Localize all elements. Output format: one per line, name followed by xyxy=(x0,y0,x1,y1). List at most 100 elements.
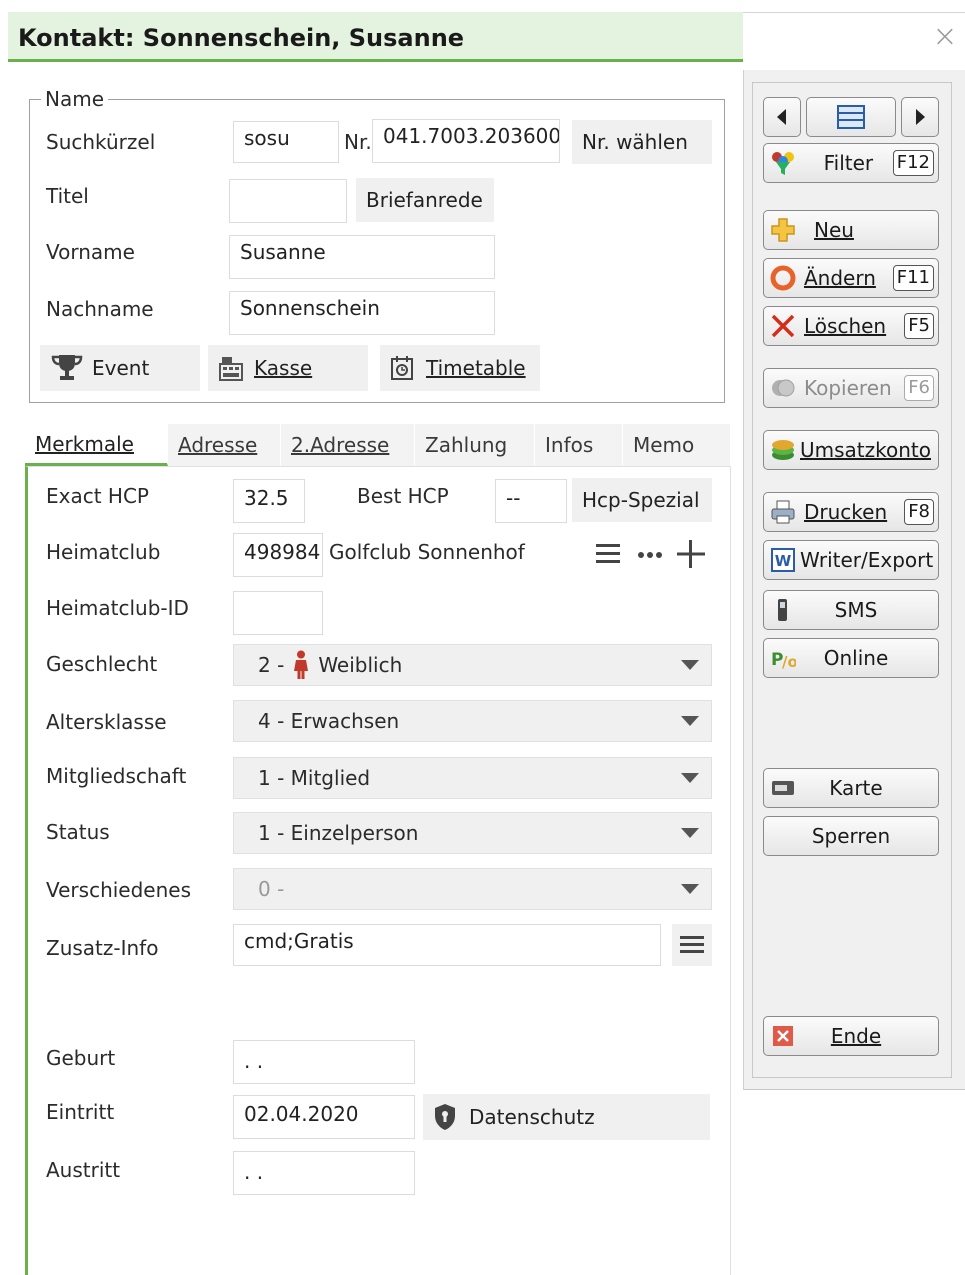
prev-record-button[interactable] xyxy=(763,97,801,137)
karte-label: Karte xyxy=(829,776,883,800)
nr-waehlen-button[interactable]: Nr. wählen xyxy=(572,120,712,164)
tab-merkmale[interactable]: Merkmale xyxy=(25,424,168,466)
geschlecht-value: Weiblich xyxy=(318,653,403,677)
exact-hcp-label: Exact HCP xyxy=(46,484,149,508)
hcp-spezial-button[interactable]: Hcp-Spezial xyxy=(572,478,712,522)
status-select[interactable]: 1 - Einzelperson xyxy=(233,812,712,854)
best-hcp-label: Best HCP xyxy=(357,484,449,508)
suchkuerzel-label: Suchkürzel xyxy=(46,130,156,154)
umsatzkonto-button[interactable]: Umsatzkonto xyxy=(763,430,939,470)
ende-button[interactable]: Ende xyxy=(763,1016,939,1056)
tab-adresse-label: Adresse xyxy=(178,433,258,457)
table-icon xyxy=(836,104,866,130)
status-label: Status xyxy=(46,820,110,844)
status-value: 1 - Einzelperson xyxy=(258,821,419,845)
sperren-button[interactable]: Sperren xyxy=(763,816,939,856)
titel-input[interactable] xyxy=(229,179,347,223)
plus-icon xyxy=(770,217,796,243)
arrow-right-icon xyxy=(913,108,927,126)
drucken-button[interactable]: Drucken F8 xyxy=(763,492,939,532)
copy-icon xyxy=(770,375,796,401)
geschlecht-label: Geschlecht xyxy=(46,652,158,676)
chevron-down-icon xyxy=(681,716,699,726)
tab-2-adresse-label: 2.Adresse xyxy=(291,433,390,457)
briefanrede-label: Briefanrede xyxy=(366,188,483,212)
aendern-label: Ändern xyxy=(804,266,876,290)
more-icon[interactable] xyxy=(634,536,666,572)
zusatz-info-input[interactable]: cmd;Gratis xyxy=(233,924,661,966)
briefanrede-button[interactable]: Briefanrede xyxy=(356,178,494,222)
nachname-label: Nachname xyxy=(46,297,154,321)
nr-label: Nr. xyxy=(344,130,372,154)
mitgliedschaft-select[interactable]: 1 - Mitglied xyxy=(233,757,712,799)
best-hcp-input[interactable]: -- xyxy=(495,479,567,523)
zusatz-info-list-icon[interactable] xyxy=(672,924,712,966)
datenschutz-label: Datenschutz xyxy=(469,1105,595,1129)
money-stack-icon xyxy=(770,437,796,463)
mobile-phone-icon xyxy=(770,597,796,623)
austritt-input[interactable]: . . xyxy=(233,1151,415,1195)
timetable-button[interactable]: Timetable xyxy=(380,345,540,391)
austritt-label: Austritt xyxy=(46,1158,121,1182)
tab-adresse[interactable]: Adresse xyxy=(168,424,281,466)
titel-label: Titel xyxy=(46,184,89,208)
eintritt-input[interactable]: 02.04.2020 xyxy=(233,1095,415,1139)
heimatclub-id-input[interactable] xyxy=(233,591,323,635)
online-button[interactable]: P/o Online xyxy=(763,638,939,678)
list-view-button[interactable] xyxy=(806,97,896,137)
aendern-shortcut: F11 xyxy=(892,265,934,291)
next-record-button[interactable] xyxy=(901,97,939,137)
tab-infos[interactable]: Infos xyxy=(535,424,623,466)
close-icon[interactable]: × xyxy=(930,22,960,52)
geburt-input[interactable]: . . xyxy=(233,1040,415,1084)
vorname-input[interactable]: Susanne xyxy=(229,235,495,279)
chevron-down-icon xyxy=(681,884,699,894)
shield-icon xyxy=(433,1103,457,1131)
loeschen-button[interactable]: Löschen F5 xyxy=(763,306,939,346)
writer-export-button[interactable]: W Writer/Export xyxy=(763,540,939,580)
mitgliedschaft-value: 1 - Mitglied xyxy=(258,766,371,790)
heimatclub-id-label: Heimatclub-ID xyxy=(46,596,189,620)
svg-text:/o: /o xyxy=(782,653,796,671)
altersklasse-label: Altersklasse xyxy=(46,710,167,734)
tab-zahlung[interactable]: Zahlung xyxy=(415,424,535,466)
tab-infos-label: Infos xyxy=(545,433,594,457)
kasse-button[interactable]: Kasse xyxy=(208,345,368,391)
loeschen-label: Löschen xyxy=(804,314,887,338)
verschiedenes-select[interactable]: 0 - xyxy=(233,868,712,910)
nr-input[interactable]: 041.7003.203600 xyxy=(372,119,560,163)
mitgliedschaft-label: Mitgliedschaft xyxy=(46,764,187,788)
heimatclub-nr-input[interactable]: 498984 xyxy=(233,533,323,577)
add-icon[interactable] xyxy=(674,536,708,572)
name-group-legend: Name xyxy=(41,87,109,111)
umsatzkonto-label: Umsatzkonto xyxy=(800,438,931,462)
delete-x-icon xyxy=(770,313,796,339)
event-button[interactable]: Event xyxy=(40,345,200,391)
kopieren-shortcut: F6 xyxy=(904,375,934,401)
tab-memo[interactable]: Memo xyxy=(623,424,731,466)
edit-ring-icon xyxy=(770,265,796,291)
kopieren-button[interactable]: Kopieren F6 xyxy=(763,368,939,408)
heimatclub-label: Heimatclub xyxy=(46,540,161,564)
karte-button[interactable]: Karte xyxy=(763,768,939,808)
neu-button[interactable]: Neu xyxy=(763,210,939,250)
nachname-input[interactable]: Sonnenschein xyxy=(229,291,495,335)
sms-button[interactable]: SMS xyxy=(763,590,939,630)
writer-export-label: Writer/Export xyxy=(800,548,934,572)
svg-text:W: W xyxy=(775,552,792,570)
aendern-button[interactable]: Ändern F11 xyxy=(763,258,939,298)
title-bar: Kontakt: Sonnenschein, Susanne xyxy=(8,12,743,62)
zusatz-info-label: Zusatz-Info xyxy=(46,936,159,960)
drucken-label: Drucken xyxy=(804,500,888,524)
verschiedenes-label: Verschiedenes xyxy=(46,878,192,902)
tab-zahlung-label: Zahlung xyxy=(425,433,508,457)
altersklasse-select[interactable]: 4 - Erwachsen xyxy=(233,700,712,742)
cash-register-icon xyxy=(218,354,244,382)
geschlecht-select[interactable]: 2 - Weiblich xyxy=(233,644,712,686)
filter-button[interactable]: Filter F12 xyxy=(763,143,939,183)
suchkuerzel-input[interactable]: sosu xyxy=(233,121,339,163)
list-icon[interactable] xyxy=(592,536,624,572)
exact-hcp-input[interactable]: 32.5 xyxy=(233,479,305,523)
datenschutz-button[interactable]: Datenschutz xyxy=(423,1094,710,1140)
tab-2-adresse[interactable]: 2.Adresse xyxy=(281,424,415,466)
